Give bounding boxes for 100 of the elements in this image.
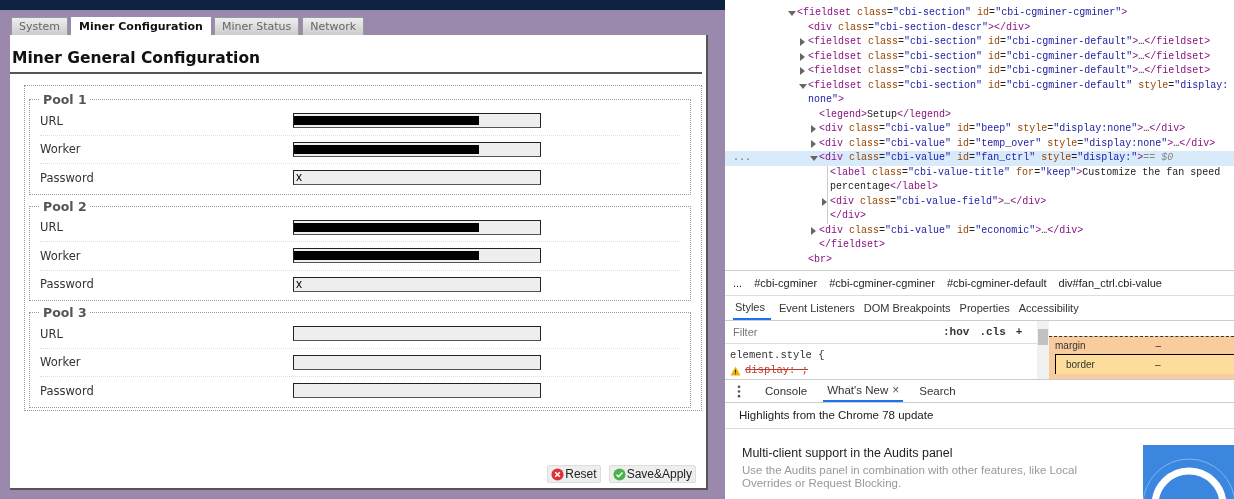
box-model-label: border: [1066, 359, 1095, 370]
dom-row[interactable]: <label class="cbi-value-title" for="keep">Customize the fan speed percentage</label>: [725, 165, 1234, 195]
dom-node-text: <fieldset class="cbi-section" id="cbi-cgminer-default">…</fieldset>: [808, 64, 1212, 78]
triangle-right-icon[interactable]: [822, 197, 827, 206]
dom-row[interactable]: <legend>Setup</legend>: [725, 107, 1234, 122]
dom-node-text: <div class="cbi-value" id="temp_over" style="display:none">…</div>: [819, 136, 1217, 151]
box-model-value: –: [1155, 340, 1162, 351]
field-label: URL: [40, 326, 64, 341]
field-label: Worker: [40, 248, 82, 263]
breadcrumb[interactable]: #cbi-cgminer-cgminer: [829, 277, 935, 289]
scrollbar[interactable]: [1037, 321, 1049, 379]
triangle-right-icon[interactable]: [800, 38, 805, 46]
input-field[interactable]: x: [293, 170, 541, 186]
tab[interactable]: Network: [302, 17, 365, 35]
triangle-right-icon[interactable]: [811, 226, 816, 235]
dom-row[interactable]: <br>: [725, 252, 1234, 267]
field-label: Worker: [40, 355, 82, 370]
pool-legend: Pool 2: [40, 198, 90, 214]
triangle-down-icon[interactable]: [810, 156, 818, 161]
close-tab-button[interactable]: ×: [892, 383, 900, 397]
field-label: URL: [40, 113, 64, 128]
dom-node-text: <fieldset class="cbi-section" id="cbi-cgminer-default">…</fieldset>: [808, 49, 1212, 64]
filter-toggle[interactable]: :hov: [943, 326, 970, 338]
filter-toggle[interactable]: +: [1015, 326, 1023, 338]
breadcrumb[interactable]: #cbi-cgminer-default: [946, 277, 1047, 289]
breadcrumb[interactable]: div#fan_ctrl.cbi-value: [1058, 277, 1162, 289]
checkmark-icon: [612, 467, 626, 481]
css-selector: element.style {: [730, 348, 826, 363]
field-label: Password: [40, 277, 95, 292]
dom-node-text: <div class="cbi-value" id="fan_ctrl" style="display:">== $0: [819, 151, 1175, 165]
pool-legend: Pool 1: [40, 92, 90, 107]
panel-tab[interactable]: Accessibility: [1018, 296, 1088, 320]
field-label: Worker: [40, 142, 82, 157]
dom-row[interactable]: <div class="cbi-value" id="economic">…</div>: [725, 223, 1234, 238]
breadcrumb[interactable]: ...: [733, 277, 743, 289]
drawer-tab[interactable]: Search: [915, 380, 960, 402]
input-field[interactable]: [293, 354, 541, 370]
triangle-right-icon[interactable]: [811, 125, 816, 133]
dom-node-text: <fieldset class="cbi-section" id="cbi-cgminer-default">…</fieldset>: [808, 35, 1212, 49]
dom-node-text: </fieldset>: [819, 238, 887, 252]
dom-row[interactable]: <div class="cbi-value" id="beep" style="display:none">…</div>: [725, 122, 1234, 137]
dom-row[interactable]: <fieldset class="cbi-section" id="cbi-cgminer-default" style="display: none">: [725, 78, 1234, 108]
box-model-label: margin: [1055, 340, 1086, 351]
field-label: Password: [40, 383, 95, 398]
article-description: Use the Audits panel in combination with other features, like Local Overrides or Request Blocking.: [742, 464, 1078, 490]
action-button[interactable]: Save&Apply: [608, 465, 696, 483]
page-title: Miner General Configuration: [10, 49, 702, 74]
triangle-right-icon[interactable]: [800, 67, 805, 75]
dom-row[interactable]: <fieldset class="cbi-section" id="cbi-cgminer-default">…</fieldset>: [725, 49, 1234, 64]
triangle-down-icon[interactable]: [788, 11, 796, 16]
input-field[interactable]: [293, 113, 541, 129]
panel-tab[interactable]: Properties: [959, 296, 1019, 320]
dom-row[interactable]: ... <div class="cbi-value" id="fan_ctrl" style="display:">== $0: [725, 151, 1234, 166]
dom-node-text: <div class="cbi-section-descr"></div>: [808, 20, 1032, 35]
dom-node-text: <fieldset class="cbi-section" id="cbi-cgminer-cgminer">: [797, 6, 1129, 20]
css-declaration[interactable]: display: ;: [745, 363, 808, 378]
row-menu-marker[interactable]: ...: [733, 151, 751, 166]
dom-row[interactable]: <fieldset class="cbi-section" id="cbi-cgminer-cgminer">: [725, 6, 1234, 21]
drawer-tab[interactable]: What's New ×: [823, 380, 904, 402]
dom-node-text: <br>: [808, 252, 834, 267]
dom-row[interactable]: </fieldset>: [725, 238, 1234, 253]
panel-tab[interactable]: DOM Breakpoints: [863, 296, 960, 320]
dom-row[interactable]: <div class="cbi-section-descr"></div>: [725, 20, 1234, 35]
triangle-down-icon[interactable]: [799, 83, 807, 89]
box-model-value: –: [1154, 359, 1161, 370]
warning-icon: [730, 365, 741, 376]
more-options-icon[interactable]: [737, 384, 741, 398]
input-field[interactable]: [293, 383, 541, 399]
close-icon: [551, 467, 565, 481]
dom-row[interactable]: <fieldset class="cbi-section" id="cbi-cgminer-default">…</fieldset>: [725, 64, 1234, 79]
dom-row[interactable]: </div>: [725, 209, 1234, 224]
tab[interactable]: Miner Configuration: [71, 17, 211, 35]
breadcrumb[interactable]: #cbi-cgminer: [754, 277, 818, 289]
panel-tab[interactable]: Styles: [733, 296, 771, 320]
dom-node-text: </div>: [827, 209, 1234, 224]
input-field[interactable]: [293, 326, 541, 342]
panel-tab[interactable]: Event Listeners: [778, 296, 864, 320]
input-field[interactable]: [293, 248, 541, 264]
tab[interactable]: Miner Status: [213, 17, 300, 35]
drawer-heading: Highlights from the Chrome 78 update: [725, 403, 1234, 429]
dom-row[interactable]: <fieldset class="cbi-section" id="cbi-cgminer-default">…</fieldset>: [725, 35, 1234, 50]
input-field[interactable]: x: [293, 276, 541, 292]
filter-toggle[interactable]: .cls: [979, 326, 1006, 338]
field-label: URL: [40, 220, 64, 235]
action-button[interactable]: Reset: [547, 465, 601, 483]
dom-node-text: <fieldset class="cbi-section" id="cbi-cgminer-default" style="display: none">: [808, 78, 1230, 107]
dom-node-text: <legend>Setup</legend>: [819, 107, 953, 122]
input-field[interactable]: [293, 141, 541, 157]
dom-node-text: <div class="cbi-value" id="beep" style="display:none">…</div>: [819, 122, 1187, 136]
dom-node-text: <div class="cbi-value-field">…</div>: [827, 194, 1234, 209]
field-label: Password: [40, 170, 95, 185]
tab[interactable]: System: [11, 17, 69, 35]
input-field[interactable]: [293, 219, 541, 235]
article-title: Multi-client support in the Audits panel: [742, 446, 954, 460]
pool-legend: Pool 3: [40, 305, 90, 320]
triangle-right-icon[interactable]: [800, 52, 805, 61]
drawer-tab[interactable]: Console: [761, 380, 812, 402]
dom-node-text: <div class="cbi-value" id="economic">…</div>: [819, 223, 1085, 238]
dom-row[interactable]: <div class="cbi-value-field">…</div>: [725, 194, 1234, 209]
dom-node-text: <label class="cbi-value-title" for="keep">Customize the fan speed percentage</label>: [827, 165, 1234, 195]
